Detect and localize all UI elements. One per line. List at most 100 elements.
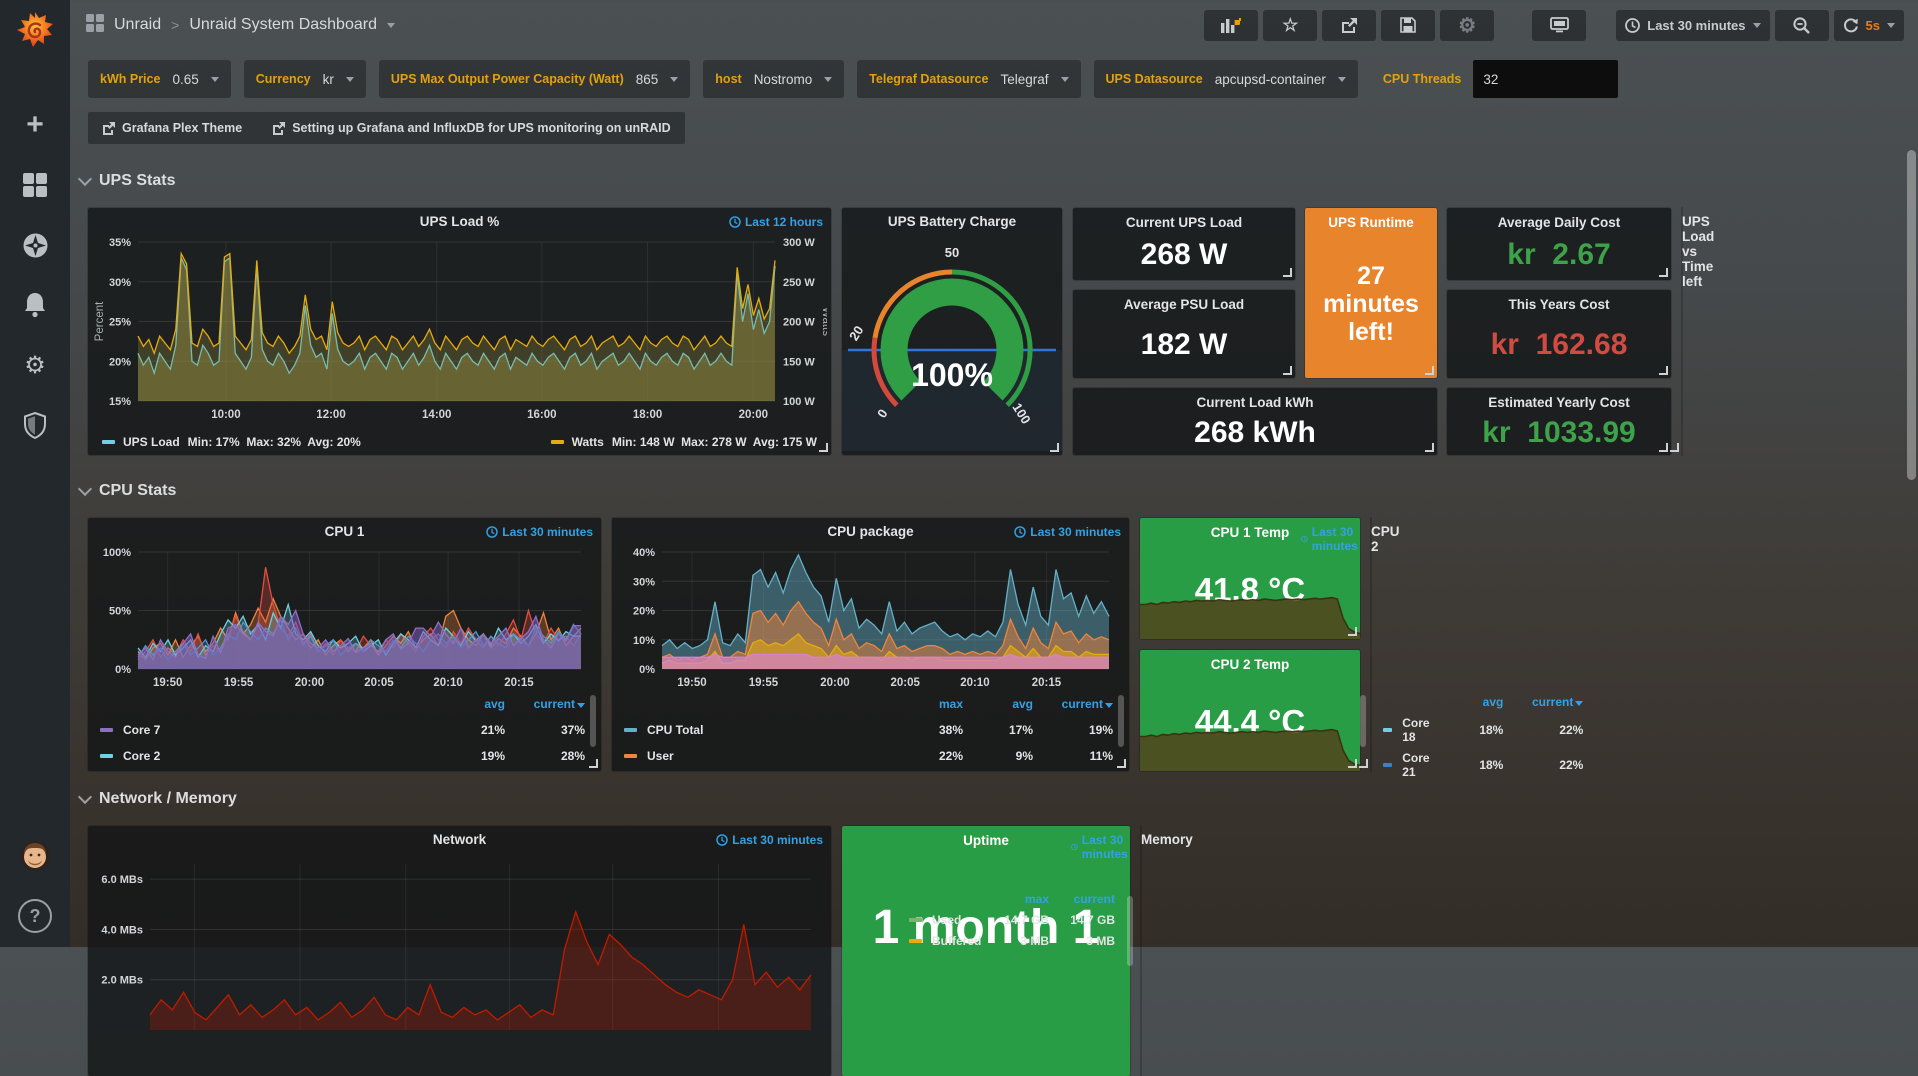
panel-estimated-yearly-cost[interactable]: Estimated Yearly Cost kr 1033.99	[1447, 388, 1671, 455]
panel-resize-handle[interactable]	[1050, 443, 1059, 452]
sidebar-item-alerting[interactable]	[20, 290, 50, 320]
panel-title[interactable]: UPS Battery Charge	[842, 214, 1062, 229]
variable-kwh-price-dropdown[interactable]: kWh Price 0.65	[88, 60, 231, 98]
panel-resize-handle[interactable]	[1283, 268, 1292, 277]
time-range-override[interactable]: Last 30 minutes	[1301, 525, 1363, 553]
panel-resize-handle[interactable]	[1348, 627, 1357, 636]
cpu1-chart[interactable]: 0%50%100%19:5019:5520:0020:0520:1020:15	[92, 544, 597, 691]
legend-scrollbar[interactable]	[590, 695, 596, 747]
panel-resize-handle[interactable]	[1670, 443, 1679, 452]
sidebar-bottom: ?	[18, 840, 52, 933]
legend-item[interactable]: Buffered	[909, 934, 983, 948]
legend-item[interactable]: Used	[909, 913, 983, 927]
legend-item[interactable]: CPU Total	[624, 723, 893, 737]
sidebar-item-create[interactable]: +	[20, 110, 50, 140]
sidebar-item-configuration[interactable]: ⚙	[20, 350, 50, 380]
legend-item-watts[interactable]: Watts Min: 148 W Max: 278 W Avg: 175 W	[551, 435, 817, 449]
panel-current-ups-load[interactable]: Current UPS Load 268 W	[1073, 208, 1295, 280]
legend-sort-avg[interactable]: avg	[963, 697, 1033, 711]
dashboard-dropdown-caret-icon[interactable]	[387, 23, 395, 28]
panel-resize-handle[interactable]	[1659, 366, 1668, 375]
legend-sort-avg[interactable]: avg	[435, 697, 505, 711]
panel-resize-handle[interactable]	[1425, 443, 1434, 452]
ups-load-chart[interactable]: 15%20%25%30%35%100 W150 W200 W250 W300 W…	[92, 234, 827, 423]
refresh-interval-dropdown[interactable]: 5s	[1866, 18, 1880, 33]
zoom-out-button[interactable]	[1775, 10, 1829, 41]
legend-item[interactable]: Core 2	[100, 749, 435, 763]
dashboards-grid-icon[interactable]	[86, 14, 104, 37]
legend-sort-current[interactable]: current	[505, 697, 585, 711]
breadcrumb-section[interactable]: Unraid	[114, 16, 161, 34]
time-range-override[interactable]: Last 30 minutes	[486, 525, 593, 539]
panel-resize-handle[interactable]	[1425, 366, 1434, 375]
svg-text:0%: 0%	[115, 664, 131, 676]
variable-host-dropdown[interactable]: host Nostromo	[703, 60, 844, 98]
time-range-override[interactable]: Last 30 minutes	[1014, 525, 1121, 539]
panel-resize-handle[interactable]	[1659, 443, 1668, 452]
legend-sort-current[interactable]: current	[1033, 697, 1113, 711]
network-chart[interactable]: 2.0 MBs4.0 MBs6.0 MBs	[92, 856, 827, 1036]
share-button[interactable]	[1322, 10, 1376, 41]
legend-sort-max[interactable]: max	[983, 892, 1049, 906]
section-header-cpu-stats[interactable]: CPU Stats	[80, 482, 176, 500]
link-ups-monitoring-guide[interactable]: Setting up Grafana and InfluxDB for UPS …	[272, 121, 670, 135]
legend-sort-current[interactable]: current	[1049, 892, 1115, 906]
panel-resize-handle[interactable]	[1117, 759, 1126, 768]
dashboard-settings-button[interactable]: ⚙	[1440, 10, 1494, 41]
legend-item[interactable]: Core 21	[1383, 751, 1433, 779]
variable-ups-max-power-dropdown[interactable]: UPS Max Output Power Capacity (Watt) 865	[379, 60, 690, 98]
variable-ups-datasource-dropdown[interactable]: UPS Datasource apcupsd-container	[1094, 60, 1358, 98]
legend-item-ups-load[interactable]: UPS Load Min: 17% Max: 32% Avg: 20%	[102, 435, 361, 449]
panel-average-psu-load[interactable]: Average PSU Load 182 W	[1073, 290, 1295, 378]
cpu-threads-input[interactable]	[1473, 60, 1618, 98]
legend-scrollbar[interactable]	[1118, 695, 1124, 747]
sidebar-item-dashboards[interactable]	[20, 170, 50, 200]
variable-telegraf-datasource-dropdown[interactable]: Telegraf Datasource Telegraf	[857, 60, 1080, 98]
section-header-ups-stats[interactable]: UPS Stats	[80, 172, 175, 190]
ups-battery-gauge[interactable]: 02050100100%	[842, 232, 1062, 451]
panel-current-load-kwh[interactable]: Current Load kWh 268 kWh	[1073, 388, 1437, 455]
legend-sort-max[interactable]: max	[893, 697, 963, 711]
breadcrumb-title[interactable]: Unraid System Dashboard	[189, 16, 377, 34]
grafana-logo-icon[interactable]	[13, 8, 57, 52]
sidebar-item-server-admin[interactable]	[20, 410, 50, 440]
variable-currency-dropdown[interactable]: Currency kr	[244, 60, 366, 98]
mark-favorite-button[interactable]: ☆	[1263, 10, 1317, 41]
panel-resize-handle[interactable]	[1283, 366, 1292, 375]
cpu-package-chart[interactable]: 0%10%20%30%40%19:5019:5520:0020:0520:102…	[616, 544, 1125, 691]
save-button[interactable]	[1381, 10, 1435, 41]
panel-resize-handle[interactable]	[1348, 759, 1357, 768]
cycle-view-mode-button[interactable]	[1532, 10, 1586, 41]
time-picker[interactable]: Last 30 minutes	[1616, 10, 1769, 41]
panel-resize-handle[interactable]	[819, 443, 828, 452]
refresh-button[interactable]: 5s	[1834, 10, 1904, 41]
svg-text:50: 50	[945, 245, 959, 260]
legend-sort-current[interactable]: current	[1503, 695, 1583, 709]
time-range-override[interactable]: Last 30 minutes	[716, 833, 823, 847]
time-range-override[interactable]: Last 30 minutes	[1071, 833, 1133, 861]
panel-resize-handle[interactable]	[1659, 268, 1668, 277]
panel-cpu2-temp[interactable]: CPU 2 Temp 44.4 °C	[1140, 650, 1360, 771]
sidebar-item-explore[interactable]	[20, 230, 50, 260]
time-range-override[interactable]: Last 12 hours	[729, 215, 823, 229]
panel-uptime[interactable]: Uptime 1 month 1	[842, 826, 1130, 1076]
panel-title[interactable]: UPS Load %	[88, 214, 831, 229]
add-panel-button[interactable]	[1204, 10, 1258, 41]
clock-icon	[1014, 526, 1026, 538]
panel-resize-handle[interactable]	[589, 759, 598, 768]
legend-item[interactable]: Core 7	[100, 723, 435, 737]
panel-this-years-cost[interactable]: This Years Cost kr 162.68	[1447, 290, 1671, 378]
user-avatar[interactable]	[19, 840, 51, 877]
help-icon[interactable]: ?	[18, 899, 52, 933]
panel-average-daily-cost[interactable]: Average Daily Cost kr 2.67	[1447, 208, 1671, 280]
panel-ups-runtime[interactable]: UPS Runtime 27 minutes left!	[1305, 208, 1437, 378]
link-grafana-plex-theme[interactable]: Grafana Plex Theme	[102, 121, 242, 135]
section-header-network-memory[interactable]: Network / Memory	[80, 790, 237, 808]
legend-item[interactable]: User	[624, 749, 893, 763]
legend-scrollbar[interactable]	[1127, 896, 1133, 966]
page-scrollbar[interactable]	[1907, 150, 1916, 480]
panel-resize-handle[interactable]	[1359, 759, 1368, 768]
legend-scrollbar[interactable]	[1360, 695, 1366, 747]
legend-sort-avg[interactable]: avg	[1433, 695, 1503, 709]
legend-item[interactable]: Core 18	[1383, 716, 1433, 744]
